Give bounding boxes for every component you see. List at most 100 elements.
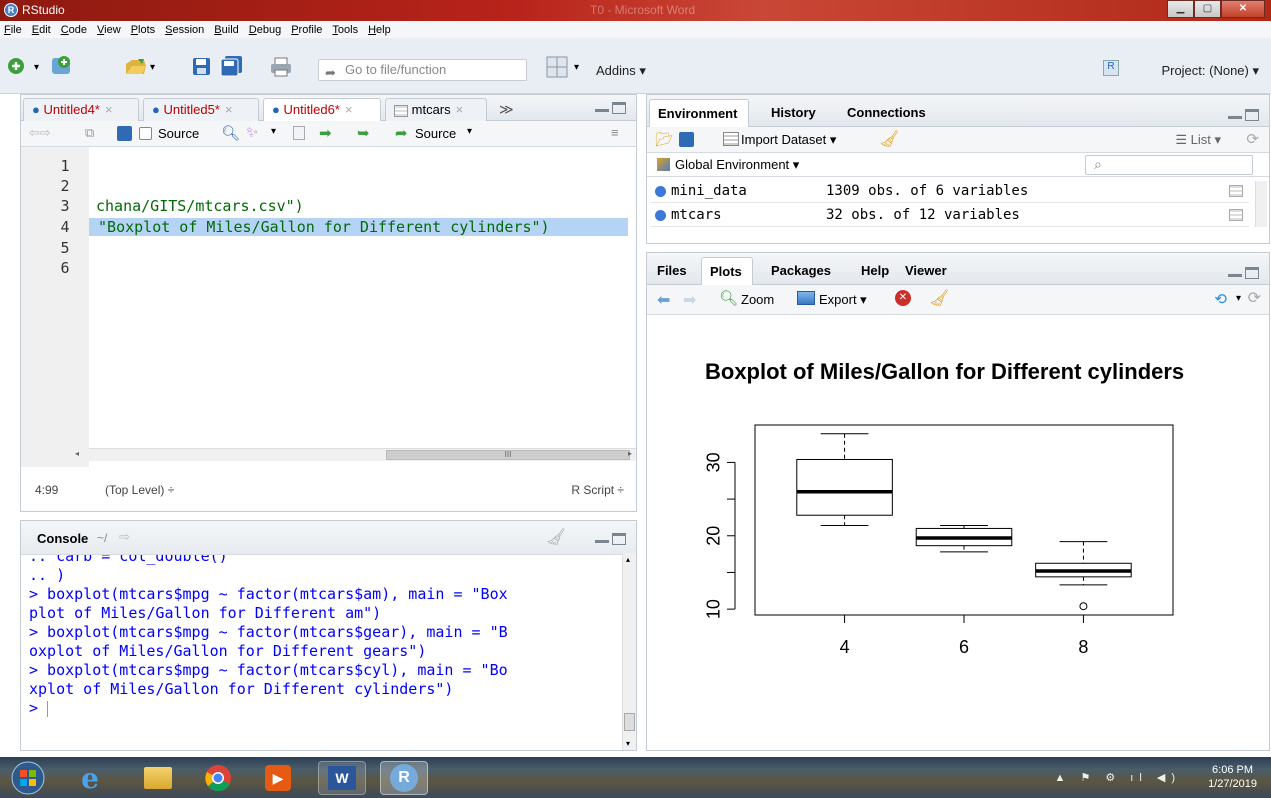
tab-connections[interactable]: Connections xyxy=(847,105,926,120)
maximize-pane-icon[interactable] xyxy=(612,102,626,114)
system-tray-icons[interactable]: ▲ ⚑ ⚙ ıl ◀) xyxy=(1055,771,1181,784)
close-tab-icon[interactable]: × xyxy=(456,102,464,117)
outline-icon[interactable]: ≡ xyxy=(611,125,619,140)
maximize-pane-icon[interactable] xyxy=(1245,109,1259,121)
menu-profile[interactable]: Profile xyxy=(291,24,322,36)
pane-layout-icon[interactable] xyxy=(546,56,568,78)
refresh-icon[interactable]: ⟳ xyxy=(1246,130,1259,148)
menu-file[interactable]: File xyxy=(4,24,22,36)
magic-wand-icon[interactable]: ✨︎ xyxy=(246,124,258,141)
compile-report-icon[interactable] xyxy=(293,126,305,140)
minimize-pane-icon[interactable] xyxy=(595,102,609,112)
maximize-pane-icon[interactable] xyxy=(1245,267,1259,279)
back-forward-icon[interactable]: ⇦⇨ xyxy=(29,125,51,141)
start-button[interactable] xyxy=(8,761,48,795)
maximize-pane-icon[interactable] xyxy=(612,533,626,545)
run-line-icon[interactable]: ➡ xyxy=(319,124,332,142)
tab-help[interactable]: Help xyxy=(861,263,889,278)
wand-dropdown-icon[interactable]: ▾ xyxy=(271,126,276,137)
goto-file-input[interactable]: ➦ Go to file/function xyxy=(318,59,527,81)
minimize-button[interactable]: ▁ xyxy=(1167,0,1194,18)
source-file-icon[interactable]: ➦ xyxy=(395,124,408,142)
clear-plots-icon[interactable]: 🧹︎ xyxy=(929,288,949,308)
menu-build[interactable]: Build xyxy=(214,24,238,36)
print-icon[interactable] xyxy=(270,56,292,78)
expand-icon[interactable] xyxy=(655,210,666,221)
tab-mtcars[interactable]: mtcars × xyxy=(385,98,487,121)
clear-workspace-icon[interactable]: 🧹︎ xyxy=(879,129,899,149)
project-menu[interactable]: Project: (None) ▾ xyxy=(1161,63,1259,79)
publish-icon[interactable]: ⟲ xyxy=(1214,290,1227,308)
minimize-pane-icon[interactable] xyxy=(1228,109,1242,119)
taskbar-rstudio[interactable]: R xyxy=(380,761,428,795)
console-output[interactable]: .. carb = col_double() .. ) > boxplot(mt… xyxy=(21,555,624,750)
scroll-left-icon[interactable]: ◂ xyxy=(75,449,79,458)
open-file-dropdown-icon[interactable]: ▾ xyxy=(150,62,155,73)
search-icon[interactable]: 🔍︎ xyxy=(221,124,240,142)
taskbar-word[interactable]: W xyxy=(318,761,366,795)
remove-plot-icon[interactable]: ✕ xyxy=(895,290,911,306)
save-all-icon[interactable] xyxy=(220,55,244,77)
minimize-pane-icon[interactable] xyxy=(1228,267,1242,277)
view-data-icon[interactable] xyxy=(1229,185,1243,197)
close-tab-icon[interactable]: × xyxy=(225,102,233,117)
source-dropdown-icon[interactable]: ▾ xyxy=(467,126,472,137)
close-tab-icon[interactable]: × xyxy=(345,102,353,117)
file-type-selector[interactable]: R Script ÷ xyxy=(571,483,624,507)
taskbar-internet-explorer[interactable]: e xyxy=(66,761,114,795)
pane-layout-dropdown-icon[interactable]: ▾ xyxy=(574,62,579,73)
expand-icon[interactable] xyxy=(655,186,666,197)
environment-search-input[interactable]: ⌕ xyxy=(1085,155,1253,175)
tab-files[interactable]: Files xyxy=(657,263,687,278)
tab-packages[interactable]: Packages xyxy=(771,263,831,278)
refresh-icon[interactable]: ⟳ xyxy=(1248,288,1261,308)
global-environment-dropdown[interactable]: Global Environment ▾ xyxy=(675,157,799,173)
new-file-dropdown-icon[interactable]: ▾ xyxy=(34,62,39,73)
taskbar-clock[interactable]: 6:06 PM 1/27/2019 xyxy=(1208,763,1257,791)
menu-edit[interactable]: Edit xyxy=(32,24,51,36)
list-view-button[interactable]: ☰ List ▾ xyxy=(1175,132,1221,148)
load-workspace-icon[interactable]: 📂︎ xyxy=(655,131,673,148)
previous-plot-icon[interactable]: ⬅ xyxy=(657,290,670,310)
menu-debug[interactable]: Debug xyxy=(249,24,281,36)
rerun-icon[interactable]: ➥ xyxy=(357,124,370,142)
addins-menu[interactable]: Addins ▾ xyxy=(596,63,646,79)
export-button[interactable]: Export ▾ xyxy=(819,292,867,308)
console-scrollbar[interactable]: ▴ ▾ xyxy=(622,553,636,750)
environment-scrollbar[interactable] xyxy=(1255,181,1267,227)
more-tabs-icon[interactable]: ≫ xyxy=(499,101,514,118)
close-button[interactable]: ✕ xyxy=(1221,0,1265,18)
tab-untitled4[interactable]: ● Untitled4* × xyxy=(23,98,139,121)
tab-environment[interactable]: Environment xyxy=(649,99,749,127)
publish-dropdown-icon[interactable]: ▾ xyxy=(1236,293,1241,304)
tab-untitled5[interactable]: ● Untitled5* × xyxy=(143,98,259,121)
tab-viewer[interactable]: Viewer xyxy=(905,263,947,278)
console-prompt[interactable]: > xyxy=(29,699,624,718)
zoom-button[interactable]: Zoom xyxy=(741,292,774,307)
save-workspace-icon[interactable] xyxy=(679,132,694,147)
clear-console-icon[interactable]: 🧹︎ xyxy=(546,527,566,547)
minimize-pane-icon[interactable] xyxy=(595,533,609,543)
go-to-directory-icon[interactable]: ⇨ xyxy=(119,529,130,545)
environment-row-mtcars[interactable]: mtcars 32 obs. of 12 variables xyxy=(651,205,1249,227)
new-project-icon[interactable] xyxy=(50,54,76,78)
scroll-thumb[interactable] xyxy=(624,713,635,731)
import-dataset-button[interactable]: Import Dataset ▾ xyxy=(741,132,836,148)
environment-row-mini-data[interactable]: mini_data 1309 obs. of 6 variables xyxy=(651,181,1249,203)
source-on-save-checkbox[interactable] xyxy=(139,127,152,140)
menu-view[interactable]: View xyxy=(97,24,121,36)
tab-untitled6[interactable]: ● Untitled6* × xyxy=(263,98,381,122)
menu-tools[interactable]: Tools xyxy=(332,24,358,36)
view-data-icon[interactable] xyxy=(1229,209,1243,221)
scroll-up-icon[interactable]: ▴ xyxy=(626,555,630,564)
tab-plots[interactable]: Plots xyxy=(701,257,753,285)
open-file-icon[interactable] xyxy=(124,56,148,78)
code-editor[interactable]: 1 2 3 4 5 6 chana/GITS/mtcars.csv") "Box… xyxy=(21,147,636,467)
taskbar-media-player[interactable]: ▶ xyxy=(254,761,302,795)
horizontal-scrollbar[interactable]: ◂ III ▸ xyxy=(75,448,636,461)
menu-code[interactable]: Code xyxy=(61,24,87,36)
tab-history[interactable]: History xyxy=(771,105,816,120)
close-tab-icon[interactable]: × xyxy=(105,102,113,117)
source-button[interactable]: Source xyxy=(415,126,456,141)
taskbar-file-explorer[interactable] xyxy=(134,761,182,795)
